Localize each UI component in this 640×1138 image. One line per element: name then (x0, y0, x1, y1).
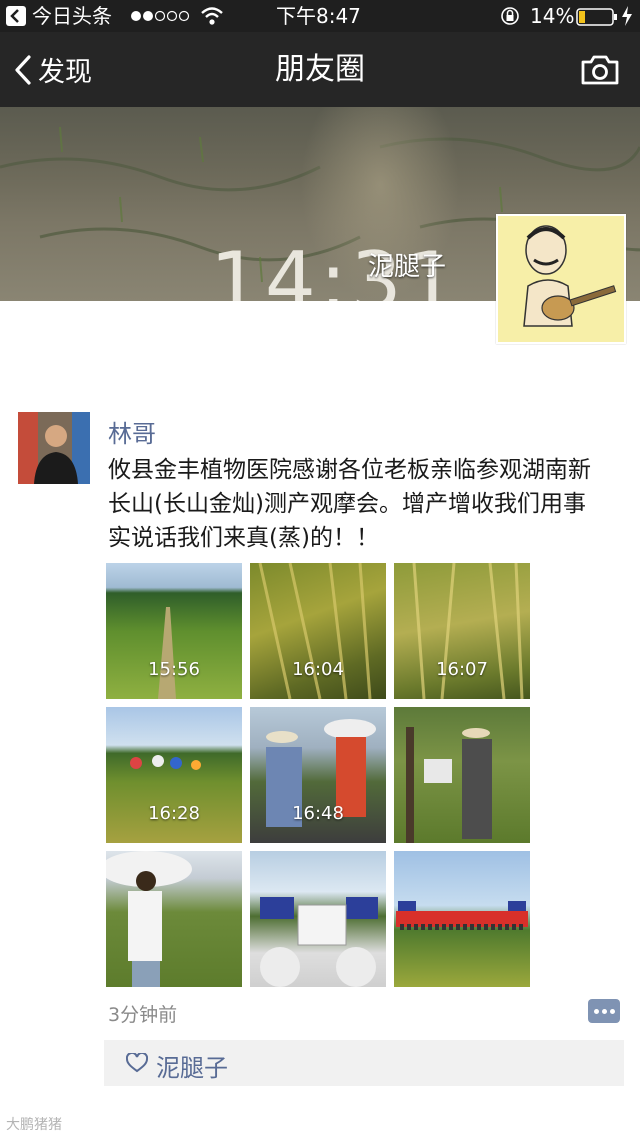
wifi-icon (201, 7, 223, 25)
heart-icon (126, 1053, 148, 1073)
page-title: 朋友圈 (275, 52, 365, 87)
photo-3[interactable]: 16:07 (394, 563, 530, 699)
photo-time: 15:56 (148, 659, 200, 680)
photo-8[interactable] (250, 851, 386, 987)
photo-time: 16:28 (148, 803, 200, 824)
author-photo (18, 412, 90, 484)
photo-time: 16:07 (436, 659, 488, 680)
charging-icon (622, 6, 632, 26)
battery-icon (576, 8, 617, 26)
cover-avatar[interactable] (496, 214, 626, 344)
signal-icon (131, 10, 190, 22)
photo-people (106, 851, 192, 987)
guitar-cartoon-avatar (523, 225, 617, 327)
photo-grid: 15:56 16:04 16:07 16:28 16:48 (106, 563, 530, 987)
rotation-lock-icon (501, 7, 519, 25)
photo-banner (396, 901, 528, 930)
watermark: 大鹏猪猪 (6, 1117, 62, 1133)
navigation-bar: 发现 朋友圈 (0, 32, 640, 107)
photo-6[interactable] (394, 707, 530, 843)
photo-signs (260, 897, 378, 987)
photo-time: 16:48 (292, 803, 344, 824)
photo-time: 16:04 (292, 659, 344, 680)
photo-5[interactable]: 16:48 (250, 707, 386, 843)
battery-percent: 14% (530, 4, 575, 28)
back-app-label[interactable]: 今日头条 (32, 4, 112, 28)
photo-2[interactable]: 16:04 (250, 563, 386, 699)
likes-bar: 泥腿子 (104, 1040, 624, 1086)
status-bar: 今日头条 下午8:47 14% (0, 0, 640, 32)
post-text: 攸县金丰植物医院感谢各位老板亲临参观湖南新长山(长山金灿)测产观摩会。增产增收我… (108, 457, 591, 551)
camera-button[interactable] (580, 54, 620, 90)
camera-icon (581, 55, 619, 85)
cover-user-name[interactable]: 泥腿子 (368, 246, 446, 283)
like-user-name[interactable]: 泥腿子 (156, 1048, 228, 1083)
back-to-app-icon[interactable] (6, 6, 26, 26)
photo-4[interactable]: 16:28 (106, 707, 242, 843)
clock: 下午8:47 (276, 4, 361, 28)
photo-1[interactable]: 15:56 (106, 563, 242, 699)
author-name[interactable]: 林哥 (108, 414, 156, 449)
comment-button[interactable] (588, 999, 620, 1023)
post-timestamp: 3分钟前 (108, 1004, 178, 1026)
author-avatar[interactable] (18, 412, 90, 484)
photo-people (406, 727, 492, 843)
photo-9[interactable] (394, 851, 530, 987)
photo-7[interactable] (106, 851, 242, 987)
